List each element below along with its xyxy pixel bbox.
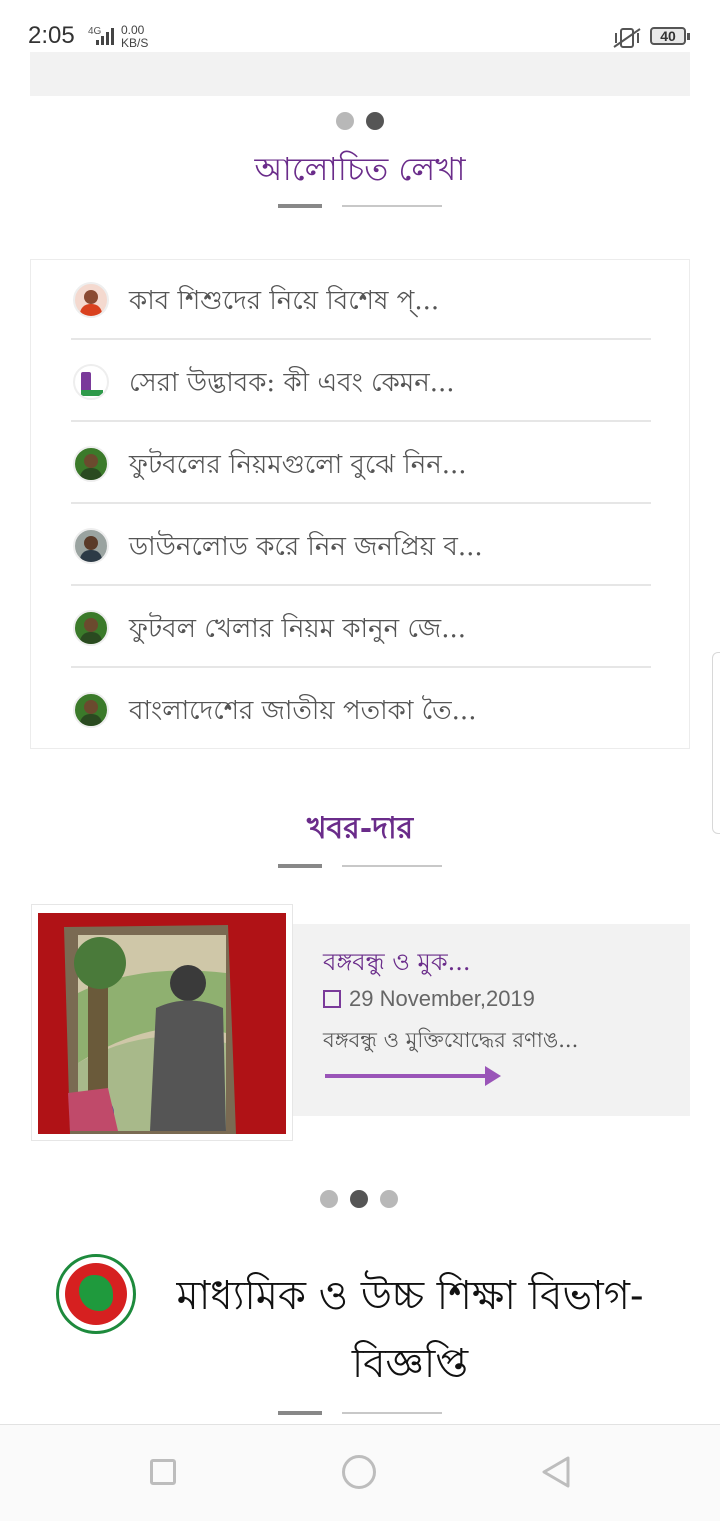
list-item-title[interactable]: সেরা উদ্ভাবক: কী এবং কেমন...: [129, 362, 455, 406]
news-carousel-dots: [320, 1190, 398, 1208]
carousel-dot[interactable]: [380, 1190, 398, 1208]
list-item[interactable]: ফুটবল খেলার নিয়ম কানুন জে...: [71, 588, 651, 668]
list-item-title[interactable]: ডাউনলোড করে নিন জনপ্রিয় ব...: [129, 526, 483, 570]
news-section-title: খবর-দার: [306, 811, 414, 846]
list-item[interactable]: কাব শিশুদের নিয়ে বিশেষ প্...: [71, 260, 651, 340]
back-icon[interactable]: [540, 1455, 572, 1489]
list-item-title[interactable]: বাংলাদেশের জাতীয় পতাকা তৈ...: [129, 690, 476, 734]
person-green-avatar: [73, 610, 109, 646]
person-green-avatar: [73, 692, 109, 728]
network-speed: 0.00 KB/S: [121, 23, 149, 50]
battery-tip: [687, 33, 690, 40]
department-notice-title[interactable]: মাধ্যমিক ও উচ্চ শিক্ষা বিভাগ-বিজ্ঞপ্তি: [140, 1262, 680, 1398]
carousel-dot[interactable]: [320, 1190, 338, 1208]
news-image-frame[interactable]: [31, 904, 293, 1141]
section-underline: [278, 204, 442, 208]
person-green-avatar: [73, 446, 109, 482]
news-excerpt: বঙ্গবন্ধু ও মুক্তিযোদ্ধের রণাঙ...: [323, 1028, 579, 1052]
list-item-title[interactable]: কাব শিশুদের নিয়ে বিশেষ প্...: [129, 280, 439, 324]
signal-icon: [96, 27, 116, 45]
list-item-title[interactable]: ফুটবল খেলার নিয়ম কানুন জে...: [129, 608, 466, 652]
list-item[interactable]: ডাউনলোড করে নিন জনপ্রিয় ব...: [71, 506, 651, 586]
status-time: 2:05: [28, 22, 75, 49]
list-item[interactable]: ফুটবলের নিয়মগুলো বুঝে নিন...: [71, 424, 651, 504]
person-glasses-avatar: [73, 528, 109, 564]
calendar-icon: [323, 990, 341, 1008]
carousel-dot-active[interactable]: [366, 112, 384, 130]
news-date: 29 November,2019: [323, 986, 535, 1012]
list-item-title[interactable]: ফুটবলের নিয়মগুলো বুঝে নিন...: [129, 444, 467, 488]
home-icon[interactable]: [342, 1455, 376, 1489]
section-underline: [278, 1411, 442, 1415]
navigation-bar: [0, 1424, 720, 1521]
top-carousel-dots: [336, 112, 384, 130]
logo-avatar: [73, 364, 109, 400]
top-banner-placeholder: [30, 52, 690, 96]
news-card[interactable]: বঙ্গবন্ধু ও মুক... 29 November,2019 বঙ্গ…: [293, 924, 690, 1116]
recent-apps-icon[interactable]: [150, 1459, 176, 1485]
vibrate-icon: [613, 28, 641, 48]
news-title[interactable]: বঙ্গবন্ধু ও মুক...: [323, 944, 471, 984]
carousel-dot-active[interactable]: [350, 1190, 368, 1208]
section-underline: [278, 864, 442, 868]
government-seal-icon: [56, 1254, 136, 1334]
bangabandhu-painting[interactable]: [38, 913, 286, 1134]
read-more-arrow-icon[interactable]: [323, 1064, 503, 1088]
list-item[interactable]: সেরা উদ্ভাবক: কী এবং কেমন...: [71, 342, 651, 422]
discussed-section-title: আলোচিত লেখা: [254, 150, 466, 188]
carousel-dot[interactable]: [336, 112, 354, 130]
list-item[interactable]: বাংলাদেশের জাতীয় পতাকা তৈ...: [71, 670, 651, 750]
person-red-avatar: [73, 282, 109, 318]
battery-icon: 40: [650, 27, 686, 45]
discussed-list: কাব শিশুদের নিয়ে বিশেষ প্... সেরা উদ্ভা…: [30, 259, 690, 749]
